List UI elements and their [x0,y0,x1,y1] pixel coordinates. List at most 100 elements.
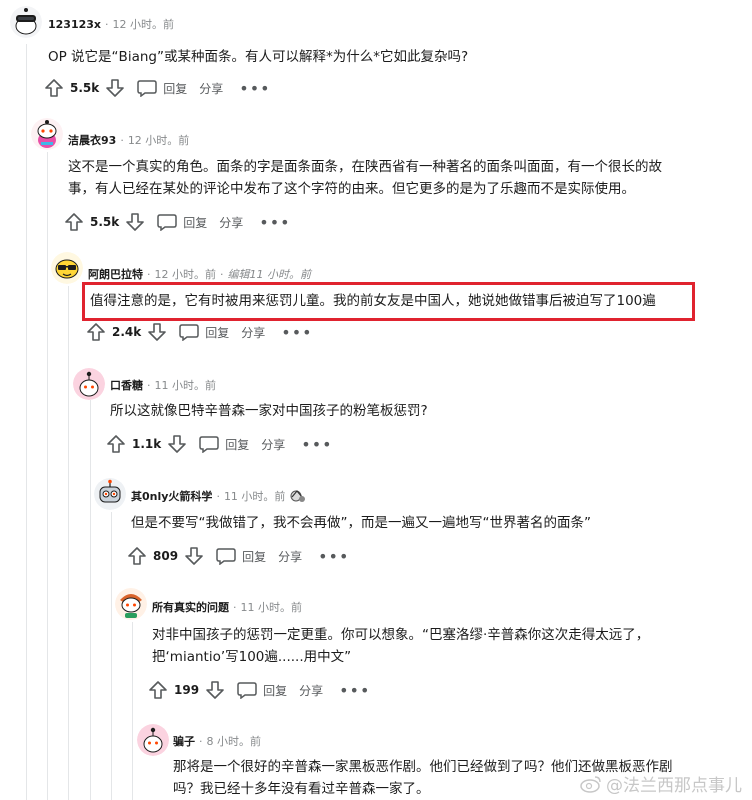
reply-button[interactable]: 回复 [137,79,187,97]
avatar[interactable] [94,478,126,510]
share-button[interactable]: 分享 [199,80,223,97]
reply-label: 回复 [225,437,250,452]
share-label: 分享 [219,215,244,230]
username[interactable]: 阿朗巴拉特 [88,266,143,282]
timestamp[interactable]: 12 小时。前 [155,266,217,282]
share-button[interactable]: 分享 [241,324,265,341]
username[interactable]: 洁晨衣93 [68,132,116,148]
avatar[interactable] [31,118,63,150]
more-options-icon[interactable]: ••• [239,79,270,98]
upvote-icon[interactable] [148,680,168,700]
thread-line [26,44,27,800]
reply-button[interactable]: 回复 [199,435,249,453]
award-icon[interactable] [289,488,307,504]
comment-text-line: 对非中国孩子的惩罚一定更重。你可以想象。“巴塞洛缪·辛普森你这次走得太远了， [152,627,650,643]
reply-bubble-icon [199,436,219,453]
meta-separator: · [220,267,224,281]
username[interactable]: 口香糖 [110,377,143,393]
watermark-text: @法兰西那点事儿 [606,776,742,796]
comment-meta: 所有真实的问题 · 11 小时。前 [152,599,302,615]
reply-label: 回复 [183,215,208,230]
avatar[interactable] [137,724,169,756]
downvote-icon[interactable] [167,434,187,454]
more-options-icon[interactable]: ••• [281,323,312,342]
vote-count: 5.5k [90,215,120,229]
avatar[interactable] [10,6,42,38]
more-options-icon[interactable]: ••• [339,681,370,700]
reply-button[interactable]: 回复 [179,323,229,341]
comment-meta: 123123x · 12 小时。前 [48,16,174,32]
share-label: 分享 [199,81,224,96]
reply-label: 回复 [242,549,267,564]
more-options-icon[interactable]: ••• [301,435,332,454]
reply-bubble-icon [157,214,177,231]
comment-text: 但是不要写“我做错了，我不会再做”，而是一遍又一遍地写“世界著名的面条” [131,515,591,531]
comment-actions: 809 回复 分享 ••• [127,544,349,568]
thread-line [111,512,112,800]
comment-text: OP 说它是“Biang”或某种面条。有人可以解释*为什么*它如此复杂吗? [48,49,469,65]
reply-bubble-icon [216,548,236,565]
comment-text-line: 吗？我已经十多年没有看过辛普森一家了。 [173,781,430,797]
more-options-icon[interactable]: ••• [318,547,349,566]
downvote-icon[interactable] [184,546,204,566]
comment-text-line: 这不是一个真实的角色。面条的字是面条面条，在陕西省有一种著名的面条叫面面，有一个… [68,159,662,175]
comment-text-line: 事，有人已经在某处的评论中发布了这个字符的由来。但它更多的是为了乐趣而不是实际使… [68,181,635,197]
thread-line [68,286,69,800]
share-label: 分享 [299,683,324,698]
share-button[interactable]: 分享 [219,214,243,231]
vote-group: 199 [148,680,225,700]
timestamp[interactable]: 12 小时。前 [128,132,190,148]
vote-count: 2.4k [112,325,142,339]
upvote-icon[interactable] [106,434,126,454]
username[interactable]: 其0nly火箭科学 [131,488,212,504]
downvote-icon[interactable] [125,212,145,232]
timestamp[interactable]: 11 小时。前 [155,377,217,393]
comment-meta: 骗子 · 8 小时。前 [173,733,261,749]
share-button[interactable]: 分享 [278,548,302,565]
username[interactable]: 骗子 [173,733,195,749]
meta-separator: · [120,133,124,147]
reply-bubble-icon [137,80,157,97]
upvote-icon[interactable] [86,322,106,342]
timestamp[interactable]: 11 小时。前 [241,599,303,615]
reply-button[interactable]: 回复 [216,547,266,565]
username[interactable]: 所有真实的问题 [152,599,229,615]
comment-text-line: 把‘miantio’写100遍......用中文” [152,649,352,665]
upvote-icon[interactable] [127,546,147,566]
vote-group: 809 [127,546,204,566]
edited-label: 编辑11 小时。前 [227,268,312,281]
reply-button[interactable]: 回复 [237,681,287,699]
snoo-avatar-icon [137,724,169,756]
share-button[interactable]: 分享 [299,682,323,699]
share-button[interactable]: 分享 [261,436,285,453]
comment-meta: 洁晨衣93 · 12 小时。前 [68,132,189,148]
reply-label: 回复 [263,683,288,698]
username[interactable]: 123123x [48,18,101,31]
timestamp[interactable]: 8 小时。前 [207,733,262,749]
comment-actions: 1.1k 回复 分享 ••• [106,432,333,456]
reply-button[interactable]: 回复 [157,213,207,231]
meta-separator: · [216,489,220,503]
vote-group: 1.1k [106,434,187,454]
share-label: 分享 [241,325,266,340]
watermark: @法兰西那点事儿 [580,771,742,796]
more-options-icon[interactable]: ••• [259,213,290,232]
timestamp[interactable]: 12 小时。前 [113,16,175,32]
comment-actions: 5.5k 回复 分享 ••• [64,210,291,234]
downvote-icon[interactable] [205,680,225,700]
avatar[interactable] [51,252,83,284]
reply-label: 回复 [205,325,230,340]
downvote-icon[interactable] [147,322,167,342]
reply-label: 回复 [163,81,188,96]
avatar[interactable] [115,588,147,620]
downvote-icon[interactable] [105,78,125,98]
meta-separator: · [147,378,151,392]
timestamp[interactable]: 11 小时。前 [224,488,286,504]
comment-actions: 2.4k 回复 分享 ••• [86,320,313,344]
snoo-avatar-icon [10,6,42,38]
comment-text: 值得注意的是，它有时被用来惩罚儿童。我的前女友是中国人，她说她做错事后被迫写了1… [90,293,656,309]
upvote-icon[interactable] [44,78,64,98]
avatar[interactable] [73,368,105,400]
thread-line [90,400,91,800]
upvote-icon[interactable] [64,212,84,232]
